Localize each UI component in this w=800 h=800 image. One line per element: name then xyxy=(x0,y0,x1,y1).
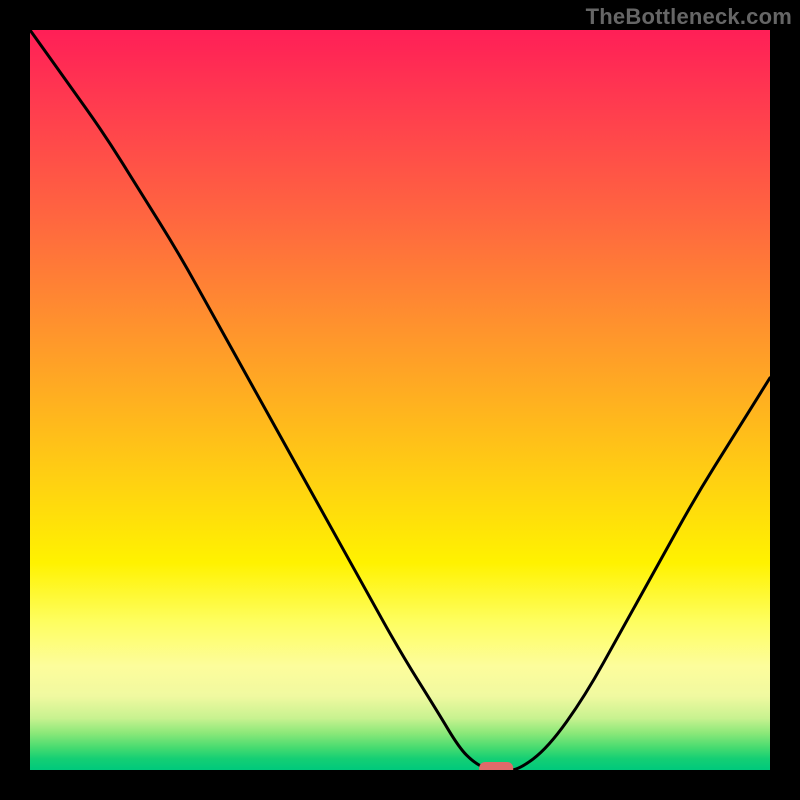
watermark-text: TheBottleneck.com xyxy=(586,4,792,30)
bottleneck-curve xyxy=(30,30,770,770)
chart-frame: TheBottleneck.com xyxy=(0,0,800,800)
plot-svg xyxy=(30,30,770,770)
plot-area xyxy=(30,30,770,770)
optimum-marker xyxy=(479,762,513,770)
